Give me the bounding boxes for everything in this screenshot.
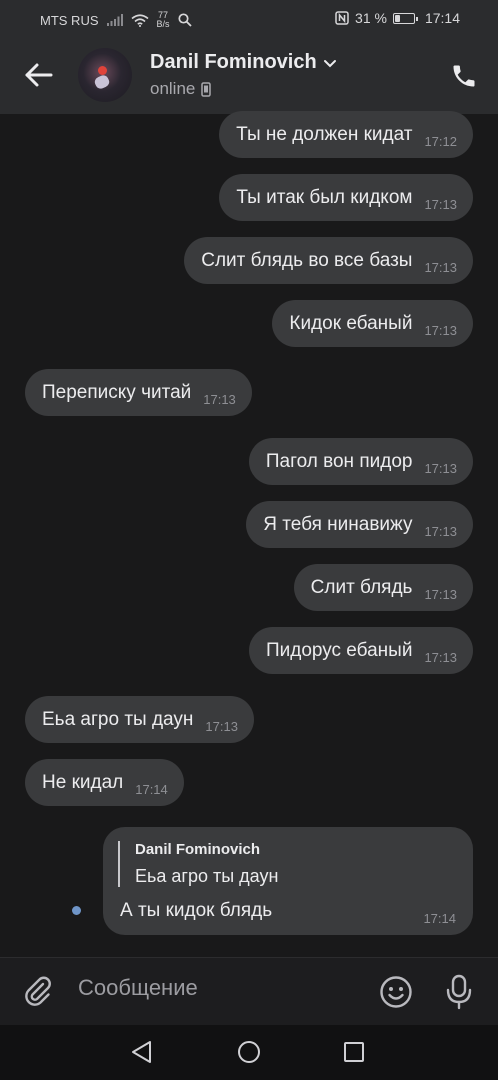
- message-time: 17:13: [424, 461, 457, 476]
- message-time: 17:13: [424, 524, 457, 539]
- battery-icon: [392, 12, 418, 24]
- message-bubble[interactable]: Не кидал 17:14: [25, 759, 184, 806]
- message-text: Переписку читай: [42, 381, 192, 403]
- back-arrow-icon[interactable]: [22, 58, 56, 92]
- contact-name: Danil Fominovich: [150, 51, 317, 73]
- message-time: 17:13: [424, 260, 457, 275]
- nav-back-icon[interactable]: [130, 1040, 154, 1064]
- message-time: 17:12: [424, 134, 457, 149]
- nfc-icon: [335, 11, 349, 25]
- message-time: 17:13: [424, 323, 457, 338]
- attach-icon[interactable]: [22, 975, 54, 1007]
- message-text: Еьа агро ты даун: [42, 708, 194, 730]
- quoted-text: Еьа агро ты даун: [135, 866, 279, 886]
- message-text: Пидорус ебаный: [265, 639, 413, 661]
- chevron-down-icon: [323, 59, 336, 67]
- wifi-icon: [130, 13, 149, 27]
- unread-indicator: [72, 906, 81, 915]
- carrier-label: MTS RUS: [40, 12, 99, 28]
- message-bubble[interactable]: Слит блядь 17:13: [293, 564, 473, 611]
- signal-icon: [106, 14, 123, 26]
- contact-status: online: [150, 79, 212, 99]
- network-speed-unit: B/s: [156, 19, 170, 29]
- network-speed: 77 B/s: [157, 11, 170, 29]
- message-text: Ты не должен кидат: [236, 123, 413, 145]
- message-input[interactable]: [78, 975, 358, 1001]
- message-bubble[interactable]: Ты итак был кидком 17:13: [219, 174, 473, 221]
- message-time: 17:13: [203, 392, 236, 407]
- message-text: А ты кидок блядь: [120, 900, 273, 921]
- avatar[interactable]: [78, 48, 132, 102]
- mobile-device-icon: [201, 81, 212, 97]
- quoted-author: Danil Fominovich: [135, 841, 261, 858]
- message-text: Пагол вон пидор: [265, 450, 413, 472]
- message-time: 17:13: [424, 587, 457, 602]
- message-bubble[interactable]: Еьа агро ты даун 17:13: [25, 696, 254, 743]
- message-text: Я тебя нинавижу: [263, 513, 413, 535]
- message-time: 17:14: [135, 782, 168, 797]
- message-text: Кидок ебаный: [289, 312, 413, 334]
- message-text: Не кидал: [42, 771, 124, 793]
- status-text: online: [150, 79, 196, 98]
- system-nav-bar: [0, 1025, 498, 1080]
- message-bubble[interactable]: Кидок ебаный 17:13: [272, 300, 473, 347]
- reply-message-bubble[interactable]: Danil Fominovich Еьа агро ты даун А ты к…: [103, 827, 473, 935]
- message-bubble[interactable]: Ты не должен кидат 17:12: [219, 111, 473, 158]
- message-time: 17:13: [424, 650, 457, 665]
- message-text: Слит блядь: [310, 576, 413, 598]
- contact-name-button[interactable]: Danil Fominovich: [150, 51, 337, 74]
- message-bubble[interactable]: Я тебя нинавижу 17:13: [246, 501, 473, 548]
- message-text: Слит блядь во все базы: [201, 249, 413, 271]
- status-time: 17:14: [424, 10, 460, 26]
- battery-percent: 31 %: [355, 10, 387, 26]
- message-time: 17:13: [424, 197, 457, 212]
- chat-header: Danil Fominovich online: [0, 36, 498, 114]
- quote-bar: [118, 841, 120, 887]
- message-time: 17:13: [205, 719, 238, 734]
- message-text: Ты итак был кидком: [236, 186, 413, 208]
- phone-icon[interactable]: [450, 62, 478, 90]
- status-right: 31 % 17:14: [335, 10, 460, 26]
- status-left: MTS RUS 77 B/s: [40, 11, 192, 29]
- nav-recents-icon[interactable]: [343, 1041, 365, 1063]
- message-bubble[interactable]: Слит блядь во все базы 17:13: [184, 237, 473, 284]
- status-bar: MTS RUS 77 B/s 31 % 17:14: [0, 0, 498, 36]
- nav-home-icon[interactable]: [237, 1040, 261, 1064]
- message-bubble[interactable]: Пагол вон пидор 17:13: [248, 438, 473, 485]
- message-bubble[interactable]: Пидорус ебаный 17:13: [248, 627, 473, 674]
- emoji-icon[interactable]: [379, 975, 413, 1009]
- message-composer: [0, 957, 498, 1026]
- microphone-icon[interactable]: [442, 974, 476, 1010]
- search-icon: [177, 13, 192, 27]
- message-time: 17:14: [423, 911, 456, 926]
- message-bubble[interactable]: Переписку читай 17:13: [25, 369, 252, 416]
